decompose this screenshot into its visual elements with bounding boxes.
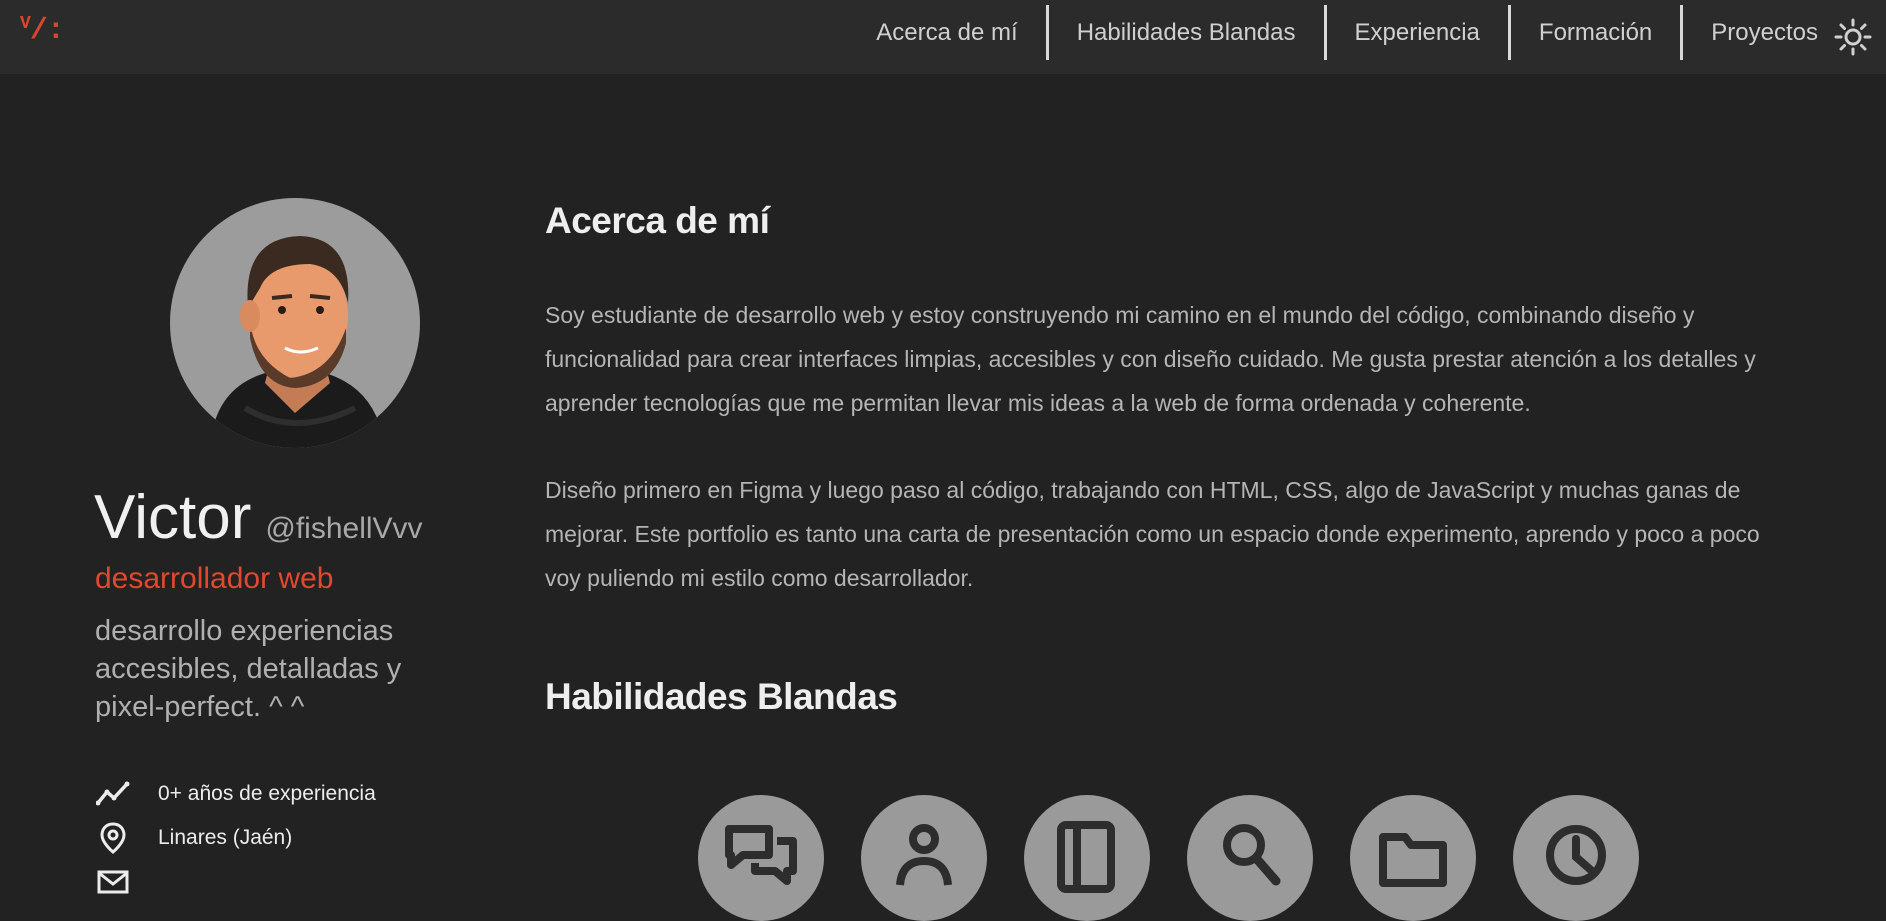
chat-icon xyxy=(725,825,797,885)
fact-location: Linares (Jaén) xyxy=(96,816,376,860)
skill-organization xyxy=(1350,795,1476,921)
profile-facts: 0+ años de experiencia Linares (Jaén) xyxy=(96,772,376,904)
fact-email[interactable] xyxy=(96,860,376,904)
clock-icon xyxy=(1546,825,1606,885)
fact-experience: 0+ años de experiencia xyxy=(96,772,376,816)
location-pin-icon xyxy=(100,822,126,854)
book-icon xyxy=(1057,821,1115,893)
profile-tagline: desarrollo experiencias accesibles, deta… xyxy=(95,615,402,723)
profile-name: Victor xyxy=(94,483,252,552)
soft-skills-icons xyxy=(698,795,1676,921)
avatar xyxy=(170,198,420,448)
site-logo[interactable]: V/: xyxy=(20,14,65,48)
soft-skills-title: Habilidades Blandas xyxy=(545,676,898,717)
nav-link-proyectos[interactable]: Proyectos xyxy=(1680,5,1826,60)
theme-toggle-button[interactable] xyxy=(1834,18,1872,56)
profile-handle: @fishellVvv xyxy=(265,512,423,545)
folder-icon xyxy=(1379,833,1447,887)
skill-research xyxy=(1187,795,1313,921)
nav-link-acerca[interactable]: Acerca de mí xyxy=(848,5,1045,60)
about-paragraph-2: Diseño primero en Figma y luego paso al … xyxy=(545,477,1760,591)
person-icon xyxy=(896,824,952,886)
sun-icon xyxy=(1834,18,1872,56)
mail-icon xyxy=(97,870,129,894)
nav-link-experiencia[interactable]: Experiencia xyxy=(1323,5,1508,60)
about-title: Acerca de mí xyxy=(545,200,770,241)
main-nav: Acerca de mí Habilidades Blandas Experie… xyxy=(848,5,1826,60)
profile-name-row: Victor @fishellVvv xyxy=(94,482,423,553)
profile-role: desarrollador web xyxy=(95,562,334,595)
skill-communication xyxy=(698,795,824,921)
top-navbar: V/: Acerca de mí Habilidades Blandas Exp… xyxy=(0,0,1886,74)
trend-line-icon xyxy=(96,781,130,806)
skill-time-management xyxy=(1513,795,1639,921)
nav-link-habilidades[interactable]: Habilidades Blandas xyxy=(1045,5,1324,60)
skill-learning xyxy=(1024,795,1150,921)
search-icon xyxy=(1223,824,1281,886)
about-paragraph-1: Soy estudiante de desarrollo web y estoy… xyxy=(545,302,1756,416)
skill-teamwork xyxy=(861,795,987,921)
nav-link-formacion[interactable]: Formación xyxy=(1507,5,1680,60)
